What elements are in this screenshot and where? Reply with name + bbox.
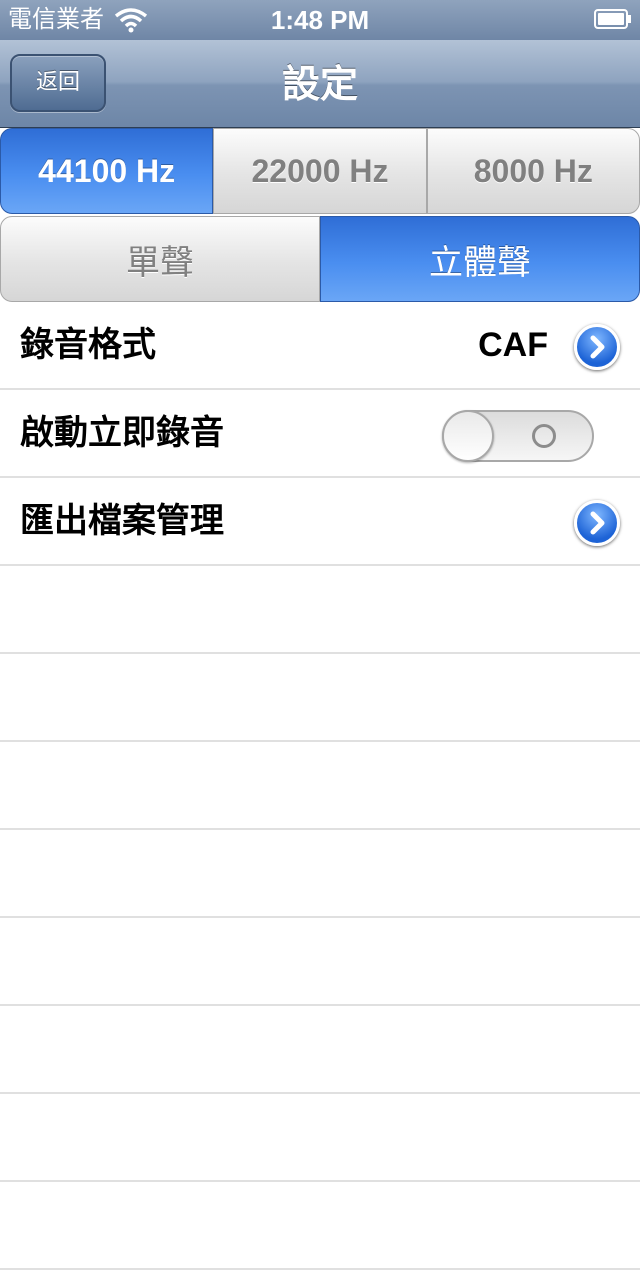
settings-table: 錄音格式 CAF 啟動立即錄音 匯出檔案管理 (0, 302, 640, 1270)
export-files-label: 匯出檔案管理 (20, 501, 224, 541)
chevron-right-icon (590, 511, 605, 535)
auto-record-toggle[interactable] (442, 410, 594, 462)
empty-row (0, 1006, 640, 1094)
empty-row (0, 830, 640, 918)
toggle-knob (442, 410, 494, 462)
empty-row (0, 1182, 640, 1270)
empty-row (0, 918, 640, 1006)
row-export-files[interactable]: 匯出檔案管理 (0, 478, 640, 566)
empty-row (0, 566, 640, 654)
disclosure-button[interactable] (574, 500, 620, 546)
segment-mono[interactable]: 單聲 (0, 216, 320, 302)
status-time: 1:48 PM (270, 5, 370, 35)
segment-8000-hz[interactable]: 8000 Hz (426, 128, 640, 214)
auto-record-label: 啟動立即錄音 (20, 413, 224, 453)
segment-44100-hz[interactable]: 44100 Hz (0, 128, 214, 214)
segment-22000-hz[interactable]: 22000 Hz (213, 128, 427, 214)
record-format-label: 錄音格式 (20, 325, 156, 365)
empty-row (0, 1094, 640, 1182)
sample-rate-segmented-control: 44100 Hz 22000 Hz 8000 Hz (0, 128, 640, 214)
empty-row (0, 654, 640, 742)
record-format-value: CAF (478, 326, 548, 364)
segment-stereo[interactable]: 立體聲 (320, 216, 640, 302)
empty-row (0, 742, 640, 830)
page-title: 設定 (281, 62, 358, 106)
disclosure-button[interactable] (574, 324, 620, 370)
status-bar: 電信業者 1:48 PM (0, 0, 640, 40)
toggle-off-icon (532, 424, 556, 448)
row-record-format[interactable]: 錄音格式 CAF (0, 302, 640, 390)
chevron-right-icon (590, 335, 605, 359)
navigation-bar: 返回 設定 (0, 40, 640, 128)
battery-icon (594, 9, 631, 29)
back-button[interactable]: 返回 (10, 54, 106, 112)
channel-segmented-control: 單聲 立體聲 (0, 216, 640, 302)
row-auto-record: 啟動立即錄音 (0, 390, 640, 478)
